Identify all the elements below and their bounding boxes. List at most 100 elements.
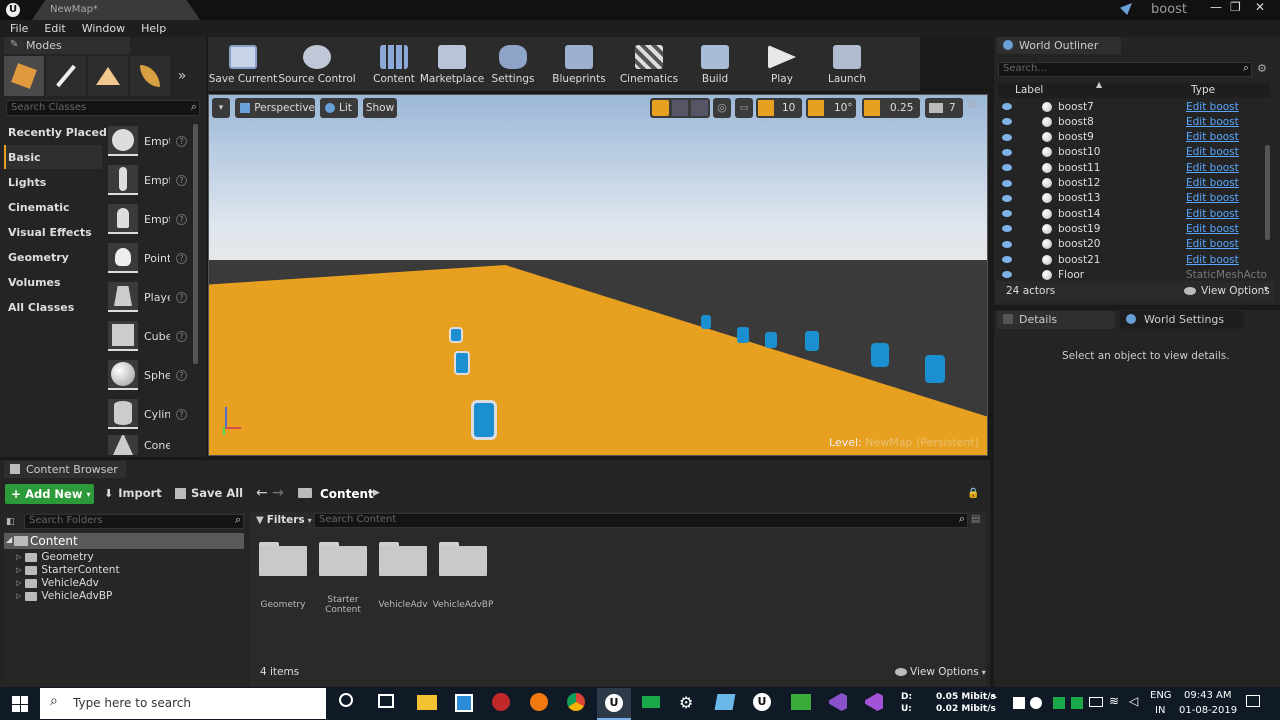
- rotate-icon[interactable]: [671, 100, 689, 116]
- tree-item-startercontent[interactable]: ▷ StarterContent: [16, 564, 120, 576]
- breadcrumb-content[interactable]: Content: [320, 487, 374, 501]
- settings-gear-icon[interactable]: ⚙: [679, 693, 693, 712]
- more-modes-icon[interactable]: »: [172, 56, 192, 96]
- file-explorer-icon[interactable]: [417, 695, 437, 710]
- boost-actor[interactable]: [471, 400, 497, 440]
- source-control-button[interactable]: Source Control: [278, 40, 356, 90]
- classes-scrollbar[interactable]: [193, 124, 198, 364]
- feedback-icon[interactable]: [1120, 3, 1132, 15]
- category-recently-placed[interactable]: Recently Placed: [8, 126, 107, 139]
- app-icon[interactable]: [455, 694, 473, 712]
- boost-actor[interactable]: [805, 331, 819, 351]
- windows-start-icon[interactable]: [12, 696, 28, 712]
- search-content-input[interactable]: Search Content ⌕: [314, 512, 968, 528]
- chrome-icon[interactable]: [567, 693, 585, 711]
- filters-dropdown[interactable]: ▼ Filters ▾: [256, 514, 312, 526]
- actor-type-link[interactable]: Edit boost: [1186, 223, 1239, 235]
- show-dropdown[interactable]: Show: [363, 98, 397, 118]
- network-icon[interactable]: ≋: [1109, 694, 1119, 708]
- actor-type-link[interactable]: Edit boost: [1186, 238, 1239, 250]
- notification-icon[interactable]: [1246, 695, 1260, 707]
- boost-actor[interactable]: [701, 315, 711, 329]
- actor-type-link[interactable]: Edit boost: [1186, 146, 1239, 158]
- class-item-empty-character[interactable]: Empt?: [108, 162, 194, 198]
- actor-type-link[interactable]: Edit boost: [1186, 208, 1239, 220]
- clock-date[interactable]: 01-08-2019: [1179, 705, 1237, 716]
- level-tab[interactable]: NewMap*: [32, 0, 200, 20]
- outliner-row[interactable]: boost13 Edit boost: [1000, 191, 1272, 206]
- visibility-eye-icon[interactable]: [1002, 225, 1012, 233]
- world-local-icon[interactable]: ◎: [713, 98, 731, 118]
- rotation-snap-toggle[interactable]: 10°: [806, 98, 856, 118]
- asset-folder-geometry[interactable]: [259, 542, 307, 576]
- class-item-cone[interactable]: Cone: [108, 435, 194, 455]
- modes-tab[interactable]: ✎ Modes: [4, 37, 130, 54]
- level-viewport[interactable]: Level: NewMap (Persistent): [208, 94, 988, 456]
- menu-window[interactable]: Window: [82, 22, 125, 35]
- actor-type-link[interactable]: Edit boost: [1186, 116, 1239, 128]
- actor-type-link[interactable]: Edit boost: [1186, 131, 1239, 143]
- outliner-search-input[interactable]: Search... ⌕: [998, 61, 1252, 77]
- visibility-eye-icon[interactable]: [1002, 194, 1012, 202]
- help-icon[interactable]: ?: [176, 174, 187, 186]
- class-item-cube[interactable]: Cube?: [108, 318, 194, 354]
- menu-help[interactable]: Help: [141, 22, 166, 35]
- category-volumes[interactable]: Volumes: [8, 276, 61, 289]
- search-classes-input[interactable]: Search Classes ⌕: [6, 100, 200, 116]
- actor-type-link[interactable]: Edit boost: [1186, 192, 1239, 204]
- app-icon[interactable]: [642, 696, 660, 708]
- save-current-button[interactable]: Save Current: [209, 40, 277, 90]
- outliner-settings-icon[interactable]: ⚙: [1257, 62, 1267, 75]
- outliner-row[interactable]: boost20 Edit boost: [1000, 237, 1272, 252]
- category-cinematic[interactable]: Cinematic: [8, 201, 70, 214]
- tray-icon[interactable]: [1013, 697, 1025, 709]
- surface-snap-icon[interactable]: ▭: [735, 98, 753, 118]
- help-icon[interactable]: ?: [176, 252, 187, 264]
- class-item-point-light[interactable]: Point?: [108, 240, 194, 276]
- move-icon[interactable]: [652, 100, 669, 116]
- world-settings-tab[interactable]: World Settings: [1120, 311, 1244, 329]
- viewport-options-dropdown[interactable]: ▾: [212, 98, 230, 118]
- tray-icon[interactable]: [1071, 697, 1083, 709]
- save-all-button[interactable]: Save All: [175, 486, 243, 500]
- back-icon[interactable]: ←: [256, 485, 268, 501]
- blender-icon[interactable]: [530, 693, 548, 711]
- breadcrumb-arrow-icon[interactable]: ▶: [373, 488, 380, 498]
- minimize-button[interactable]: —: [1210, 0, 1222, 14]
- marketplace-button[interactable]: Marketplace: [420, 40, 484, 90]
- tree-root-row[interactable]: ◢ Content: [4, 533, 244, 549]
- lit-dropdown[interactable]: Lit: [320, 98, 358, 118]
- clock-time[interactable]: 09:43 AM: [1184, 690, 1231, 701]
- expand-icon[interactable]: ◢: [6, 535, 12, 544]
- epic-launcher-icon[interactable]: U: [753, 693, 771, 711]
- settings-button[interactable]: Settings: [481, 40, 545, 90]
- cinematics-button[interactable]: Cinematics: [617, 40, 681, 90]
- close-button[interactable]: ✕: [1255, 0, 1265, 14]
- outliner-row[interactable]: boost9 Edit boost: [1000, 130, 1272, 145]
- build-button[interactable]: Build: [683, 40, 747, 90]
- app-icon[interactable]: [492, 693, 510, 711]
- outliner-view-options[interactable]: View Options: [1201, 285, 1270, 297]
- class-item-sphere[interactable]: Sphe?: [108, 357, 194, 393]
- class-item-player-start[interactable]: Playe?: [108, 279, 194, 315]
- menu-edit[interactable]: Edit: [44, 22, 65, 35]
- content-button[interactable]: Content: [362, 40, 426, 90]
- content-view-options[interactable]: View Options ▾: [895, 666, 986, 678]
- blueprints-button[interactable]: Blueprints: [547, 40, 611, 90]
- asset-folder-vehicleadv[interactable]: [379, 542, 427, 576]
- visibility-eye-icon[interactable]: [1002, 179, 1012, 187]
- content-browser-tab[interactable]: Content Browser: [4, 461, 126, 478]
- help-icon[interactable]: ?: [176, 369, 187, 381]
- category-geometry[interactable]: Geometry: [8, 251, 69, 264]
- class-item-empty-actor[interactable]: Empt?: [108, 123, 194, 159]
- category-basic[interactable]: Basic: [8, 151, 41, 164]
- boost-actor[interactable]: [765, 332, 777, 348]
- chevron-up-icon[interactable]: ^: [989, 693, 998, 706]
- visibility-eye-icon[interactable]: [1002, 271, 1012, 279]
- actor-type-link[interactable]: Edit boost: [1186, 177, 1239, 189]
- boost-actor[interactable]: [449, 327, 463, 343]
- perspective-dropdown[interactable]: Perspective: [235, 98, 315, 118]
- boost-actor[interactable]: [871, 343, 889, 367]
- actor-type-link[interactable]: Edit boost: [1186, 254, 1239, 266]
- visibility-eye-icon[interactable]: [1002, 103, 1012, 110]
